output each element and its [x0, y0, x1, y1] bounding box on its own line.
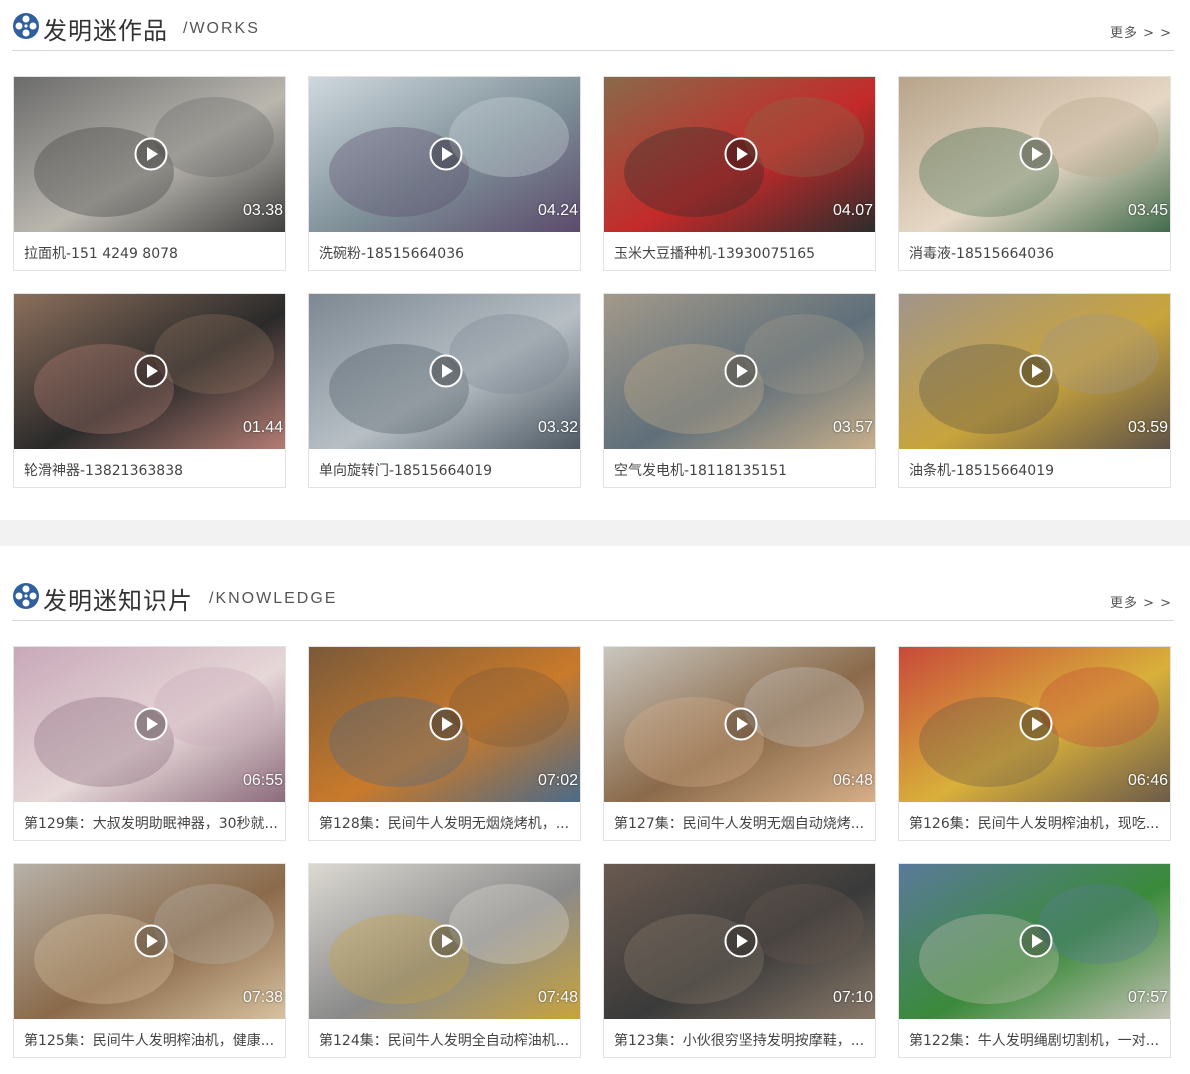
- video-title[interactable]: 单向旋转门-18515664019: [319, 460, 574, 480]
- video-duration: 03.57: [832, 419, 873, 436]
- video-card[interactable]: 07:38 第125集：民间牛人发明榨油机，健康...: [13, 863, 286, 1058]
- video-title[interactable]: 第128集：民间牛人发明无烟烧烤机，...: [319, 813, 574, 833]
- video-thumbnail[interactable]: 04.24: [309, 77, 580, 232]
- works-header: 发明迷作品 /WORKS 更多 > >: [12, 8, 1174, 51]
- video-title[interactable]: 轮滑神器-13821363838: [24, 460, 279, 480]
- video-card[interactable]: 03.45 消毒液-18515664036: [898, 76, 1171, 271]
- video-thumbnail[interactable]: 03.32: [309, 294, 580, 449]
- knowledge-header: 发明迷知识片 /KNOWLEDGE 更多 > >: [12, 578, 1174, 621]
- play-icon[interactable]: [134, 354, 168, 388]
- video-thumbnail[interactable]: 03.59: [899, 294, 1170, 449]
- video-title[interactable]: 洗碗粉-18515664036: [319, 243, 574, 263]
- video-duration: 03.38: [242, 202, 283, 219]
- section-divider: [0, 520, 1190, 546]
- video-title[interactable]: 第127集：民间牛人发明无烟自动烧烤...: [614, 813, 869, 833]
- video-card[interactable]: 07:48 第124集：民间牛人发明全自动榨油机...: [308, 863, 581, 1058]
- video-title[interactable]: 消毒液-18515664036: [909, 243, 1164, 263]
- play-icon[interactable]: [724, 354, 758, 388]
- video-thumbnail[interactable]: 07:57: [899, 864, 1170, 1019]
- video-duration: 03.45: [1127, 202, 1168, 219]
- play-icon[interactable]: [429, 354, 463, 388]
- video-title[interactable]: 第124集：民间牛人发明全自动榨油机...: [319, 1030, 574, 1050]
- more-link[interactable]: 更多 > >: [1110, 22, 1172, 41]
- play-icon[interactable]: [134, 924, 168, 958]
- video-thumbnail[interactable]: 04.07: [604, 77, 875, 232]
- video-card[interactable]: 07:02 第128集：民间牛人发明无烟烧烤机，...: [308, 646, 581, 841]
- video-duration: 07:10: [832, 989, 873, 1006]
- play-icon[interactable]: [429, 137, 463, 171]
- video-card[interactable]: 06:55 第129集：大叔发明助眠神器，30秒就...: [13, 646, 286, 841]
- play-icon[interactable]: [724, 137, 758, 171]
- video-thumbnail[interactable]: 03.38: [14, 77, 285, 232]
- video-card[interactable]: 06:48 第127集：民间牛人发明无烟自动烧烤...: [603, 646, 876, 841]
- play-icon[interactable]: [134, 137, 168, 171]
- video-title[interactable]: 第129集：大叔发明助眠神器，30秒就...: [24, 813, 279, 833]
- more-link[interactable]: 更多 > >: [1110, 592, 1172, 611]
- video-card[interactable]: 06:46 第126集：民间牛人发明榨油机，现吃...: [898, 646, 1171, 841]
- video-duration: 04.24: [537, 202, 578, 219]
- video-duration: 07:48: [537, 989, 578, 1006]
- play-icon[interactable]: [724, 707, 758, 741]
- section-title: 发明迷知识片: [43, 587, 193, 615]
- play-icon[interactable]: [134, 707, 168, 741]
- video-card[interactable]: 04.24 洗碗粉-18515664036: [308, 76, 581, 271]
- video-title[interactable]: 空气发电机-18118135151: [614, 460, 869, 480]
- video-title[interactable]: 第123集：小伙很穷坚持发明按摩鞋，...: [614, 1030, 869, 1050]
- video-thumbnail[interactable]: 07:38: [14, 864, 285, 1019]
- section-subtitle: /WORKS: [183, 20, 260, 37]
- video-thumbnail[interactable]: 01.44: [14, 294, 285, 449]
- film-reel-icon: [13, 583, 39, 609]
- video-title[interactable]: 玉米大豆播种机-13930075165: [614, 243, 869, 263]
- video-card[interactable]: 01.44 轮滑神器-13821363838: [13, 293, 286, 488]
- play-icon[interactable]: [1019, 354, 1053, 388]
- section-title: 发明迷作品: [43, 17, 168, 45]
- video-duration: 06:55: [242, 772, 283, 789]
- video-title[interactable]: 第125集：民间牛人发明榨油机，健康...: [24, 1030, 279, 1050]
- video-duration: 03.59: [1127, 419, 1168, 436]
- section-subtitle: /KNOWLEDGE: [209, 590, 338, 607]
- video-duration: 07:57: [1127, 989, 1168, 1006]
- video-thumbnail[interactable]: 03.57: [604, 294, 875, 449]
- video-card[interactable]: 03.57 空气发电机-18118135151: [603, 293, 876, 488]
- video-duration: 06:48: [832, 772, 873, 789]
- film-reel-icon: [13, 13, 39, 39]
- video-duration: 01.44: [242, 419, 283, 436]
- video-card[interactable]: 03.59 油条机-18515664019: [898, 293, 1171, 488]
- play-icon[interactable]: [724, 924, 758, 958]
- video-duration: 06:46: [1127, 772, 1168, 789]
- knowledge-section: 发明迷知识片 /KNOWLEDGE 更多 > > 06:55 第129集：大叔发明…: [0, 546, 1190, 1074]
- video-title[interactable]: 第126集：民间牛人发明榨油机，现吃...: [909, 813, 1164, 833]
- video-title[interactable]: 油条机-18515664019: [909, 460, 1164, 480]
- video-card[interactable]: 07:10 第123集：小伙很穷坚持发明按摩鞋，...: [603, 863, 876, 1058]
- play-icon[interactable]: [1019, 137, 1053, 171]
- video-thumbnail[interactable]: 07:48: [309, 864, 580, 1019]
- video-duration: 03.32: [537, 419, 578, 436]
- video-thumbnail[interactable]: 07:02: [309, 647, 580, 802]
- video-card[interactable]: 03.38 拉面机-151 4249 8078: [13, 76, 286, 271]
- video-thumbnail[interactable]: 03.45: [899, 77, 1170, 232]
- video-thumbnail[interactable]: 07:10: [604, 864, 875, 1019]
- play-icon[interactable]: [1019, 707, 1053, 741]
- video-thumbnail[interactable]: 06:48: [604, 647, 875, 802]
- play-icon[interactable]: [1019, 924, 1053, 958]
- video-title[interactable]: 拉面机-151 4249 8078: [24, 243, 279, 263]
- video-thumbnail[interactable]: 06:55: [14, 647, 285, 802]
- works-section: 发明迷作品 /WORKS 更多 > > 03.38 拉面机-151 4249 80…: [0, 0, 1190, 520]
- video-thumbnail[interactable]: 06:46: [899, 647, 1170, 802]
- play-icon[interactable]: [429, 707, 463, 741]
- video-duration: 07:38: [242, 989, 283, 1006]
- video-card[interactable]: 03.32 单向旋转门-18515664019: [308, 293, 581, 488]
- video-title[interactable]: 第122集：牛人发明绳剧切割机，一对...: [909, 1030, 1164, 1050]
- play-icon[interactable]: [429, 924, 463, 958]
- video-duration: 04.07: [832, 202, 873, 219]
- video-card[interactable]: 04.07 玉米大豆播种机-13930075165: [603, 76, 876, 271]
- video-duration: 07:02: [537, 772, 578, 789]
- video-card[interactable]: 07:57 第122集：牛人发明绳剧切割机，一对...: [898, 863, 1171, 1058]
